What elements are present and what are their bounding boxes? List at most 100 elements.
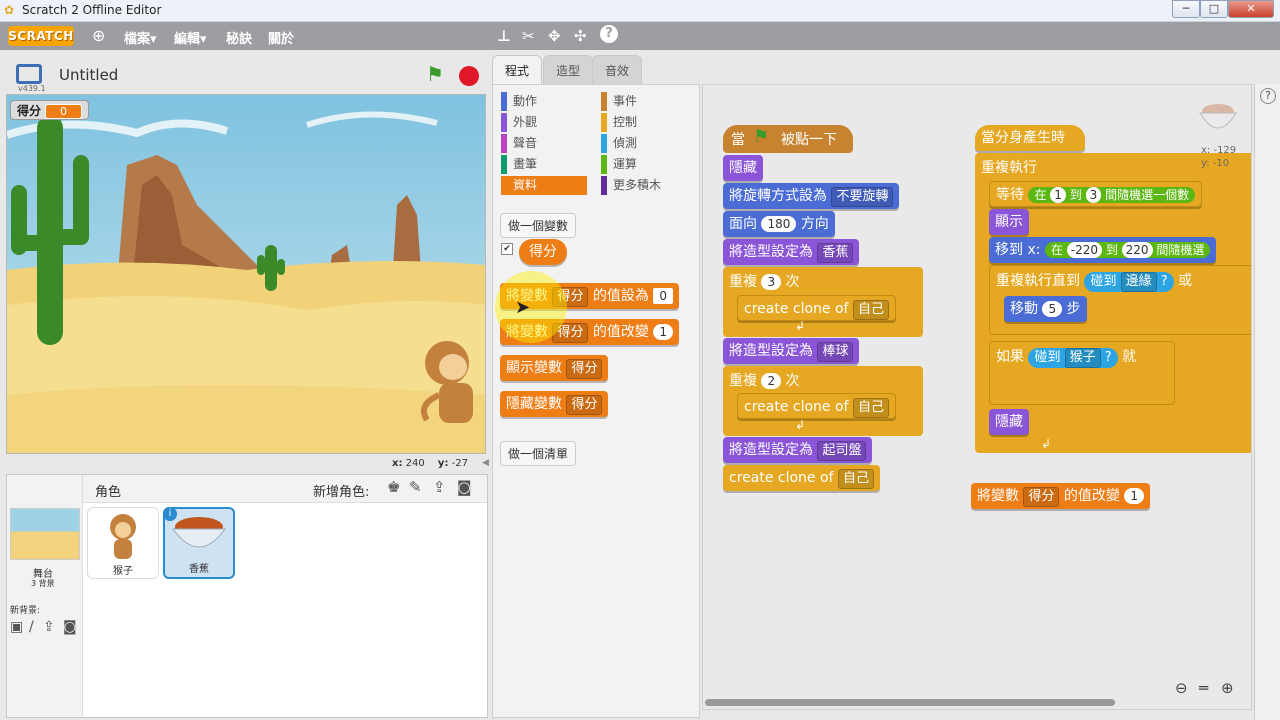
- menu-file[interactable]: 檔案▾: [124, 28, 157, 47]
- direction-input[interactable]: 180: [761, 216, 797, 232]
- hide-block[interactable]: 隱藏: [989, 409, 1029, 435]
- variable-dropdown[interactable]: 得分: [566, 359, 603, 379]
- hide-block[interactable]: 隱藏: [723, 155, 763, 181]
- scratch-logo[interactable]: SCRATCH: [8, 26, 74, 46]
- wait-block[interactable]: 等待 在 1 到 3 間隨機選一個數: [989, 181, 1203, 207]
- zoom-out-icon[interactable]: ⊖: [1175, 679, 1188, 697]
- category-0[interactable]: 事件: [601, 92, 661, 111]
- category-1[interactable]: 外觀: [501, 113, 587, 132]
- max-input[interactable]: 3: [1085, 187, 1102, 203]
- repeat-count-input[interactable]: 2: [761, 373, 782, 389]
- scripts-area[interactable]: 當 ⚑ 被點一下 隱藏 將旋轉方式設為 不要旋轉 面向 180 方向 將造型設定…: [702, 84, 1252, 710]
- backdrop-library-icon[interactable]: ▣: [10, 619, 23, 635]
- repeat-count-input[interactable]: 3: [761, 274, 782, 290]
- stage-thumbnail[interactable]: [10, 508, 80, 560]
- fullscreen-icon[interactable]: [16, 64, 42, 84]
- menu-about[interactable]: 關於: [268, 28, 294, 47]
- show-block[interactable]: 顯示: [989, 209, 1029, 235]
- paint-icon[interactable]: ✎: [409, 478, 422, 496]
- repeat-block-2[interactable]: 重複 2 次 create clone of 自己 ↲: [723, 366, 923, 436]
- shrink-icon[interactable]: ✣: [574, 27, 587, 45]
- zoom-reset-icon[interactable]: ═: [1199, 679, 1208, 697]
- show-variable-block[interactable]: 顯示變數 得分: [500, 355, 609, 381]
- max-input[interactable]: 220: [1121, 242, 1153, 258]
- green-flag-icon[interactable]: ⚑: [426, 62, 444, 86]
- random-operator[interactable]: 在 1 到 3 間隨機選一個數: [1028, 187, 1196, 203]
- variable-checkbox[interactable]: ✔: [501, 243, 513, 255]
- make-list-button[interactable]: 做一個清單: [500, 441, 577, 466]
- globe-icon[interactable]: ⊕: [92, 26, 105, 45]
- sprite-thumb-banana[interactable]: i 香蕉: [163, 507, 235, 579]
- clone-target-dropdown[interactable]: 自己: [837, 469, 874, 489]
- hide-variable-block[interactable]: 隱藏變數 得分: [500, 391, 609, 417]
- variable-dropdown[interactable]: 得分: [1023, 487, 1060, 507]
- switch-costume-block[interactable]: 將造型設定為 香蕉: [723, 239, 860, 265]
- repeat-block-1[interactable]: 重複 3 次 create clone of 自己 ↲: [723, 267, 923, 337]
- backdrop-upload-icon[interactable]: ⇪: [43, 619, 55, 635]
- category-3[interactable]: 畫筆: [501, 155, 587, 174]
- menu-edit[interactable]: 編輯▾: [174, 28, 207, 47]
- min-input[interactable]: 1: [1050, 187, 1066, 203]
- category-3[interactable]: 運算: [601, 155, 661, 174]
- category-1[interactable]: 控制: [601, 113, 661, 132]
- grow-icon[interactable]: ✥: [548, 27, 561, 45]
- random-operator[interactable]: 在 -220 到 220 間隨機選: [1044, 242, 1211, 258]
- make-variable-button[interactable]: 做一個變數: [500, 213, 577, 238]
- touching-dropdown[interactable]: 邊緣: [1120, 272, 1157, 292]
- min-input[interactable]: -220: [1066, 242, 1102, 258]
- score-monitor[interactable]: 得分 0: [10, 100, 90, 120]
- costume-dropdown[interactable]: 起司盤: [817, 441, 867, 461]
- stop-icon[interactable]: [459, 66, 479, 86]
- category-2[interactable]: 偵測: [601, 134, 661, 153]
- sprite-library-icon[interactable]: ♚: [387, 478, 400, 496]
- when-flag-clicked-block[interactable]: 當 ⚑ 被點一下: [723, 125, 853, 153]
- help-tips-icon[interactable]: ?: [1260, 88, 1276, 104]
- value-input[interactable]: 0: [653, 288, 674, 304]
- sprite-thumb-monkey[interactable]: 猴子: [87, 507, 159, 579]
- rotation-dropdown[interactable]: 不要旋轉: [831, 187, 894, 207]
- touching-dropdown[interactable]: 猴子: [1064, 348, 1101, 368]
- close-button[interactable]: ✕: [1228, 0, 1274, 18]
- tab-costumes[interactable]: 造型: [543, 55, 594, 85]
- category-2[interactable]: 聲音: [501, 134, 587, 153]
- tab-scripts[interactable]: 程式: [492, 55, 543, 85]
- steps-input[interactable]: 5: [1042, 301, 1063, 317]
- set-rotation-style-block[interactable]: 將旋轉方式設為 不要旋轉: [723, 183, 900, 209]
- variable-dropdown[interactable]: 得分: [566, 395, 603, 415]
- repeat-until-block[interactable]: 重複執行直到 碰到 邊緣 ? 或 移動 5 步: [989, 265, 1251, 335]
- touching-condition[interactable]: 碰到 猴子 ?: [1028, 348, 1118, 368]
- category-4[interactable]: 更多積木: [601, 176, 661, 195]
- when-i-start-as-clone-block[interactable]: 當分身產生時: [975, 125, 1085, 151]
- switch-costume-block[interactable]: 將造型設定為 棒球: [723, 338, 860, 364]
- score-reporter-block[interactable]: 得分: [519, 239, 567, 265]
- menu-tips[interactable]: 秘訣: [226, 28, 252, 47]
- upload-icon[interactable]: ⇪: [433, 478, 446, 496]
- change-variable-block[interactable]: 將變數 得分 的值改變 1: [971, 483, 1151, 509]
- backdrop-camera-icon[interactable]: ◙: [63, 619, 77, 635]
- category-0[interactable]: 動作: [501, 92, 587, 111]
- create-clone-block[interactable]: create clone of 自己: [737, 393, 896, 419]
- project-title[interactable]: Untitled: [59, 66, 118, 84]
- category-4[interactable]: 資料: [501, 176, 587, 195]
- forever-block[interactable]: 重複執行 等待 在 1 到 3 間隨機選一個數 顯示 移到 x: 在 -220 …: [975, 153, 1251, 453]
- go-to-xy-block[interactable]: 移到 x: 在 -220 到 220 間隨機選: [989, 237, 1217, 263]
- maximize-button[interactable]: □: [1200, 0, 1228, 18]
- collapse-arrow-icon[interactable]: ◀: [482, 458, 489, 468]
- backdrop-paint-icon[interactable]: /: [29, 619, 34, 635]
- create-clone-block[interactable]: create clone of 自己: [737, 295, 896, 321]
- value-input[interactable]: 1: [1124, 488, 1145, 504]
- clone-target-dropdown[interactable]: 自己: [852, 300, 889, 320]
- horizontal-scrollbar[interactable]: [705, 699, 1115, 706]
- camera-icon[interactable]: ◙: [457, 478, 472, 496]
- point-in-direction-block[interactable]: 面向 180 方向: [723, 211, 835, 237]
- move-steps-block[interactable]: 移動 5 步: [1004, 296, 1087, 322]
- delete-icon[interactable]: ✂: [522, 27, 535, 45]
- costume-dropdown[interactable]: 棒球: [817, 342, 854, 362]
- help-icon[interactable]: ?: [600, 25, 618, 43]
- info-icon[interactable]: i: [163, 507, 177, 521]
- zoom-in-icon[interactable]: ⊕: [1221, 679, 1234, 697]
- costume-dropdown[interactable]: 香蕉: [817, 243, 854, 263]
- duplicate-icon[interactable]: ⊥: [497, 27, 511, 45]
- if-block[interactable]: 如果 碰到 猴子 ? 就: [989, 341, 1175, 405]
- touching-condition[interactable]: 碰到 邊緣 ?: [1084, 272, 1174, 292]
